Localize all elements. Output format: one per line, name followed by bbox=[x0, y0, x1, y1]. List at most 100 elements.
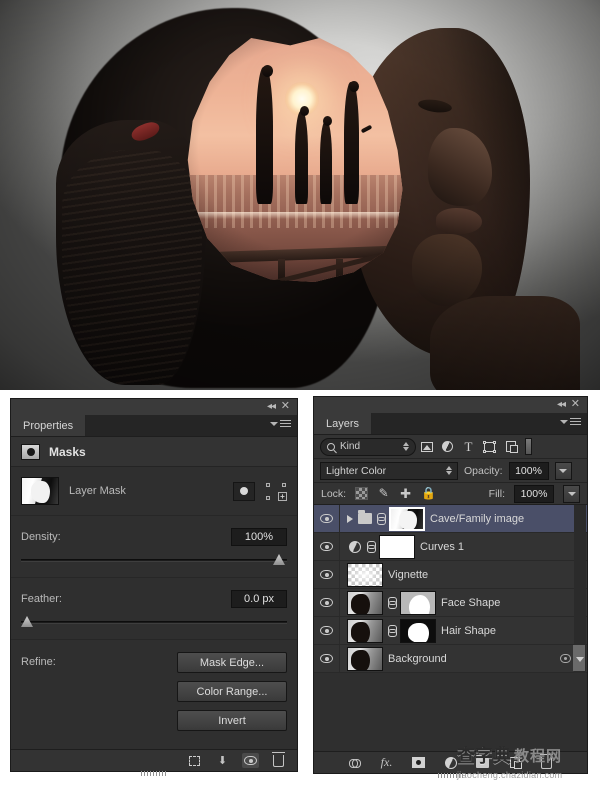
filter-type-layers-icon[interactable]: T bbox=[458, 438, 479, 456]
vector-mask-button[interactable]: + bbox=[265, 482, 287, 501]
layer-mask-thumbnail[interactable] bbox=[389, 506, 425, 531]
layer-thumbnail[interactable] bbox=[347, 646, 383, 671]
chevron-down-icon[interactable] bbox=[576, 657, 584, 662]
layer-row-body: Cave/Family image bbox=[340, 506, 587, 531]
layer-name: Curves 1 bbox=[420, 540, 465, 553]
photoshop-screenshot: ◂◂ ✕ Properties Masks Layer Mask + Densi… bbox=[0, 0, 600, 790]
layer-mask-thumbnail[interactable] bbox=[400, 618, 436, 643]
eye-icon bbox=[320, 654, 333, 663]
layer-visibility-toggle[interactable] bbox=[314, 561, 340, 588]
lock-image-pixels-icon[interactable]: ✎ bbox=[377, 487, 390, 500]
fill-value-field[interactable]: 100% bbox=[514, 484, 554, 503]
density-value-field[interactable]: 100% bbox=[231, 528, 287, 546]
layer-row-background[interactable]: Background bbox=[314, 645, 587, 673]
group-disclosure-triangle-icon[interactable] bbox=[347, 514, 353, 523]
invert-button[interactable]: Invert bbox=[177, 710, 287, 731]
panel-resize-grip[interactable] bbox=[437, 773, 464, 778]
filter-adjustment-layers-icon[interactable] bbox=[437, 438, 458, 456]
feather-slider-track[interactable] bbox=[21, 615, 287, 629]
opacity-value-field[interactable]: 100% bbox=[508, 461, 549, 480]
tab-properties[interactable]: Properties bbox=[11, 415, 87, 436]
hair-strands-texture bbox=[62, 150, 202, 385]
feather-value-field[interactable]: 0.0 px bbox=[231, 590, 287, 608]
layer-name: Background bbox=[388, 652, 447, 665]
feather-slider-row: Feather: 0.0 px bbox=[21, 590, 287, 629]
link-icon[interactable] bbox=[388, 596, 397, 609]
add-layer-mask-icon[interactable] bbox=[411, 755, 427, 770]
filter-kind-select[interactable]: Kind bbox=[320, 437, 416, 456]
neck-shoulder bbox=[430, 296, 580, 390]
chevron-down-icon bbox=[270, 421, 278, 426]
layer-list-scrollbar[interactable] bbox=[573, 505, 586, 673]
layer-mask-thumbnail[interactable] bbox=[21, 477, 59, 505]
link-icon[interactable] bbox=[388, 624, 397, 637]
lips bbox=[436, 208, 482, 234]
link-icon[interactable] bbox=[377, 512, 386, 525]
eye-icon bbox=[320, 570, 333, 579]
toggle-mask-visibility-icon[interactable] bbox=[242, 753, 259, 768]
load-selection-from-mask-icon[interactable] bbox=[186, 753, 203, 768]
mask-edge-button[interactable]: Mask Edge... bbox=[177, 652, 287, 673]
layer-mask-thumbnail[interactable] bbox=[400, 590, 436, 615]
new-group-icon[interactable] bbox=[475, 754, 491, 770]
layer-visibility-toggle[interactable] bbox=[314, 505, 340, 532]
panel-resize-grip[interactable] bbox=[141, 771, 167, 776]
properties-footer: ⬇ bbox=[11, 749, 297, 776]
layer-name: Face Shape bbox=[441, 596, 501, 609]
layer-row-hair-shape[interactable]: Hair Shape bbox=[314, 617, 587, 645]
fill-dropdown-button[interactable] bbox=[563, 484, 580, 503]
density-slider-track[interactable] bbox=[21, 553, 287, 567]
tab-layers[interactable]: Layers bbox=[314, 413, 373, 434]
layer-visibility-toggle[interactable] bbox=[314, 589, 340, 616]
layer-mask-thumbnail[interactable] bbox=[379, 534, 415, 559]
link-layers-icon[interactable] bbox=[347, 755, 363, 770]
feather-label: Feather: bbox=[21, 593, 62, 605]
link-icon[interactable] bbox=[367, 540, 376, 553]
filter-smart-object-layers-icon[interactable] bbox=[500, 438, 521, 456]
lock-all-icon[interactable]: 🔒 bbox=[421, 487, 436, 500]
filter-pixel-layers-icon[interactable] bbox=[416, 438, 437, 456]
close-icon[interactable]: ✕ bbox=[281, 401, 290, 412]
delete-mask-icon[interactable] bbox=[270, 751, 287, 768]
feather-track-line bbox=[21, 621, 287, 624]
layers-panel: ◂◂ ✕ Layers Kind T Lighter Color Opacity… bbox=[313, 396, 588, 778]
apply-mask-icon[interactable]: ⬇ bbox=[214, 753, 231, 768]
layer-row-face-shape[interactable]: Face Shape bbox=[314, 589, 587, 617]
lock-position-icon[interactable]: ✚ bbox=[399, 487, 412, 500]
layer-visibility-toggle[interactable] bbox=[314, 533, 340, 560]
hamburger-lines-icon bbox=[570, 418, 581, 425]
layer-row-body: Face Shape bbox=[340, 590, 587, 615]
collapse-double-arrow-icon[interactable]: ◂◂ bbox=[267, 401, 276, 412]
collapse-double-arrow-icon[interactable]: ◂◂ bbox=[557, 399, 566, 410]
new-adjustment-layer-icon[interactable] bbox=[443, 755, 459, 770]
refine-section: Refine: Mask Edge... Color Range... Inve… bbox=[11, 640, 297, 741]
stepper-arrows-icon bbox=[403, 442, 409, 451]
new-layer-icon[interactable] bbox=[507, 755, 523, 770]
layer-visibility-toggle[interactable] bbox=[314, 617, 340, 644]
layer-row-vignette[interactable]: Vignette bbox=[314, 561, 587, 589]
panel-menu-icon[interactable] bbox=[270, 420, 291, 427]
filter-shape-layers-icon[interactable] bbox=[479, 438, 500, 456]
close-icon[interactable]: ✕ bbox=[571, 399, 580, 410]
density-slider-row: Density: 100% bbox=[21, 528, 287, 567]
layer-thumbnail[interactable] bbox=[347, 618, 383, 643]
density-label: Density: bbox=[21, 531, 61, 543]
filter-enable-toggle[interactable] bbox=[525, 438, 532, 455]
layer-name: Vignette bbox=[388, 568, 429, 581]
add-layer-style-icon[interactable]: fx. bbox=[379, 755, 395, 770]
layer-row-body: Vignette bbox=[340, 562, 587, 587]
delete-layer-icon[interactable] bbox=[539, 753, 555, 770]
opacity-dropdown-button[interactable] bbox=[554, 461, 572, 480]
layer-visibility-toggle[interactable] bbox=[314, 645, 340, 672]
color-range-button[interactable]: Color Range... bbox=[177, 681, 287, 702]
layer-mask-row[interactable]: Layer Mask + bbox=[21, 477, 287, 505]
panel-menu-icon[interactable] bbox=[560, 418, 581, 425]
layer-list: Cave/Family image Curves 1 Vignette Face… bbox=[314, 505, 587, 673]
layer-row-cave-family-image[interactable]: Cave/Family image bbox=[314, 505, 587, 533]
pixel-mask-button[interactable] bbox=[233, 481, 255, 501]
layer-thumbnail[interactable] bbox=[347, 590, 383, 615]
lock-transparent-pixels-icon[interactable] bbox=[355, 487, 369, 500]
blend-mode-select[interactable]: Lighter Color bbox=[320, 461, 458, 480]
layer-thumbnail[interactable] bbox=[347, 562, 383, 587]
layer-row-curves-1[interactable]: Curves 1 bbox=[314, 533, 587, 561]
